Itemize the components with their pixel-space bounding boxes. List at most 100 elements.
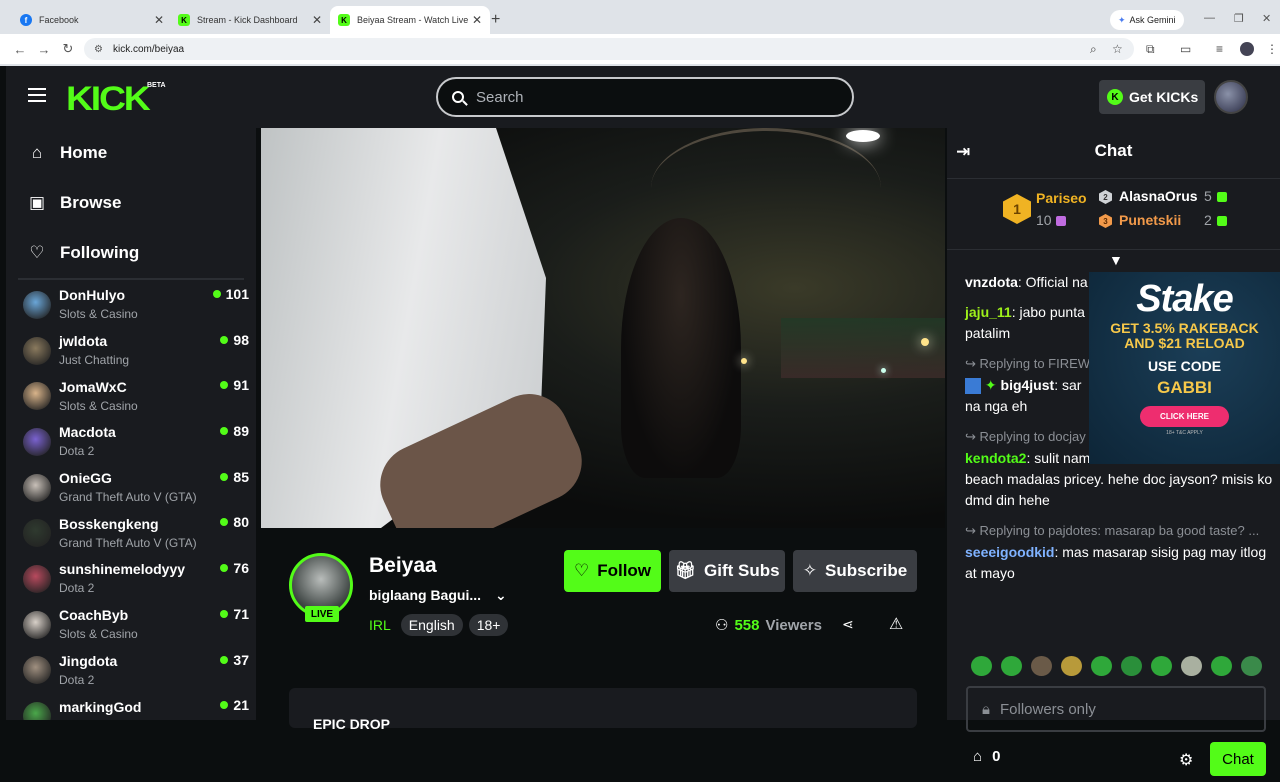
maximize-icon[interactable]: ❐ — [1234, 12, 1244, 25]
browse-icon: ▣ — [28, 193, 46, 212]
followed-channel[interactable]: Bosskengkeng Grand Theft Auto V (GTA) 80 — [6, 510, 256, 556]
extensions-icon[interactable]: ⧉ — [1146, 42, 1155, 57]
followed-channel[interactable]: CoachByb Slots & Casino 71 — [6, 602, 256, 648]
channel-points[interactable]: ⌂ 0 — [973, 748, 1000, 765]
search-input[interactable]: Search — [436, 77, 854, 117]
emote-icon[interactable] — [1181, 656, 1202, 676]
bookmark-star-icon[interactable]: ☆ — [1112, 42, 1123, 56]
forward-icon[interactable]: → — [32, 42, 56, 57]
channel-avatar — [23, 564, 51, 593]
sidebar-nav-browse[interactable]: ▣ Browse — [6, 178, 256, 228]
tab-beiyaa-stream[interactable]: K Beiyaa Stream - Watch Live on Kick ✕ — [330, 6, 490, 34]
site-info-icon[interactable]: ⚙ — [94, 44, 103, 55]
video-player[interactable] — [261, 128, 945, 528]
reload-icon[interactable]: ↻ — [56, 41, 80, 57]
stake-ad-banner[interactable]: Stake GET 3.5% RAKEBACK AND $21 RELOAD U… — [1089, 272, 1280, 464]
followed-channel[interactable]: sunshinemelodyyy Dota 2 76 — [6, 556, 256, 602]
chat-input-placeholder: Followers only — [999, 700, 1096, 718]
ad-click-button[interactable]: CLICK HERE — [1140, 406, 1229, 427]
tab-facebook[interactable]: f Facebook ✕ — [12, 6, 172, 34]
rank-2-badge: 2 — [1099, 190, 1112, 204]
menu-icon[interactable]: ⋮ — [1266, 42, 1278, 56]
follow-button[interactable]: ♡ Follow — [564, 550, 661, 592]
collapse-chat-icon[interactable]: ⇥ — [956, 142, 970, 162]
chat-username[interactable]: jaju_11 — [965, 304, 1012, 320]
emote-icon[interactable] — [1121, 656, 1142, 676]
tab-kick-dashboard[interactable]: K Stream - Kick Dashboard ✕ — [170, 6, 330, 34]
emote-icon[interactable] — [971, 656, 992, 676]
kick-logo[interactable]: KICK — [66, 80, 151, 119]
chat-username[interactable]: seeeigoodkid — [965, 544, 1054, 560]
user-avatar[interactable] — [1214, 80, 1248, 114]
channel-category: Grand Theft Auto V (GTA) — [59, 535, 197, 550]
profile-avatar[interactable] — [1240, 42, 1254, 56]
subscribe-button[interactable]: ✧ Subscribe — [793, 550, 917, 592]
channel-text: JomaWxC Slots & Casino — [59, 379, 138, 414]
followed-channel[interactable]: OnieGG Grand Theft Auto V (GTA) 85 — [6, 465, 256, 511]
followed-channel[interactable]: DonHulyo Slots & Casino 101 — [6, 282, 256, 328]
gift-subs-button[interactable]: 🎁︎ Gift Subs — [669, 550, 785, 592]
emote-icon[interactable] — [1061, 656, 1082, 676]
chat-username[interactable]: big4just — [1001, 377, 1055, 393]
url-field[interactable]: ⚙ kick.com/beiyaa — [84, 38, 1134, 60]
emote-icon[interactable] — [1091, 656, 1112, 676]
media-icon[interactable]: ≡ — [1216, 42, 1223, 56]
sidebar-nav-label: Browse — [60, 193, 122, 212]
channel-viewer-count: 71 — [220, 606, 249, 622]
emote-icon[interactable] — [1211, 656, 1232, 676]
ask-gemini-button[interactable]: ✦ Ask Gemini — [1110, 10, 1184, 30]
window-close-icon[interactable]: ✕ — [1262, 12, 1271, 25]
emote-icon[interactable] — [1151, 656, 1172, 676]
chevron-down-icon[interactable]: ⌄ — [495, 587, 507, 604]
back-icon[interactable]: ← — [8, 42, 32, 57]
reply-context[interactable]: ↪ Replying to pajdotes: masarap ba good … — [965, 520, 1280, 541]
channel-category: Dota 2 — [59, 444, 95, 459]
share-icon[interactable]: ⋖ — [842, 616, 854, 633]
gemini-icon: ✦ — [1118, 14, 1126, 25]
minimize-icon[interactable]: — — [1204, 12, 1215, 24]
sidebar-nav-following[interactable]: ♡ Following — [6, 228, 256, 278]
stream-tags: IRL English 18+ — [369, 614, 509, 636]
tab-title: Beiyaa Stream - Watch Live on Kick — [357, 15, 468, 25]
channel-name: OnieGG — [59, 470, 112, 487]
followed-channel[interactable]: jwldota Just Chatting 98 — [6, 328, 256, 374]
viewer-count-value: 21 — [233, 697, 249, 714]
emote-icon[interactable] — [1031, 656, 1052, 676]
leader-3-name[interactable]: Punetskii — [1119, 212, 1181, 228]
tag-language[interactable]: English — [400, 614, 463, 636]
tag-mature[interactable]: 18+ — [468, 614, 509, 636]
emote-icon[interactable] — [1241, 656, 1262, 676]
zoom-icon[interactable]: ⌕ — [1090, 42, 1097, 57]
close-icon[interactable]: ✕ — [154, 13, 164, 27]
kick-app: KICK BETA Search K Get KICKs ⌂ Home ▣ Brows… — [6, 66, 1280, 776]
gift-icon — [1217, 192, 1227, 202]
leader-2-name[interactable]: AlasnaOrus — [1119, 188, 1198, 204]
followed-channel[interactable]: markingGodCrypto & Trading 21 — [6, 693, 256, 720]
chat-username[interactable]: kendota2 — [965, 450, 1026, 466]
viewer-count-value: 91 — [233, 377, 249, 394]
chat-input[interactable]: 🔒︎ Followers only — [966, 686, 1266, 732]
hamburger-menu-icon[interactable] — [28, 88, 46, 106]
stream-title-row[interactable]: biglaang Bagui... ⌄ — [369, 587, 507, 604]
category-link[interactable]: IRL — [369, 617, 391, 633]
emote-icon[interactable] — [1001, 656, 1022, 676]
report-warning-icon[interactable]: ⚠ — [889, 614, 903, 634]
cast-icon[interactable]: ▭ — [1180, 42, 1191, 56]
close-icon[interactable]: ✕ — [312, 13, 322, 27]
followed-channel[interactable]: Jingdota Dota 2 37 — [6, 648, 256, 694]
streamer-name[interactable]: Beiyaa — [369, 554, 437, 578]
expand-pinned-icon[interactable]: ▼ — [1109, 252, 1123, 268]
followed-channel[interactable]: Macdota Dota 2 89 — [6, 419, 256, 465]
leader-1-name[interactable]: Pariseo — [1036, 190, 1087, 206]
sidebar-nav-home[interactable]: ⌂ Home — [6, 128, 256, 178]
gear-icon[interactable]: ⚙ — [1179, 750, 1193, 770]
chat-username[interactable]: vnzdota — [965, 274, 1018, 290]
new-tab-button[interactable]: + — [491, 11, 500, 29]
close-icon[interactable]: ✕ — [472, 13, 482, 27]
followed-channel[interactable]: JomaWxC Slots & Casino 91 — [6, 373, 256, 419]
kick-icon: K — [178, 14, 190, 26]
send-chat-button[interactable]: Chat — [1210, 742, 1266, 776]
viewer-count-value: 89 — [233, 423, 249, 440]
get-kicks-button[interactable]: K Get KICKs — [1099, 80, 1205, 114]
channel-viewer-count: 80 — [220, 514, 249, 530]
